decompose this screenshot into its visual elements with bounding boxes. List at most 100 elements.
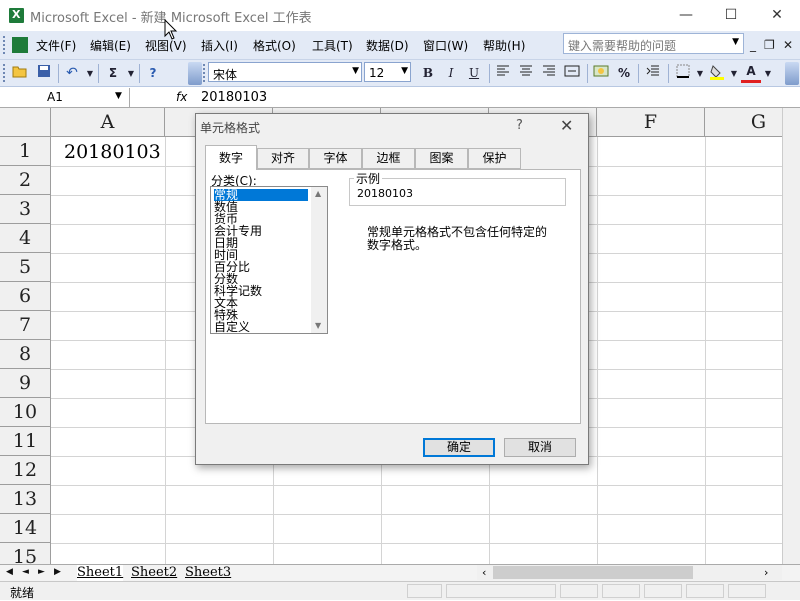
workbook-icon[interactable]	[12, 37, 28, 53]
tab-border[interactable]: 边框	[362, 148, 415, 169]
toolbar-options-icon[interactable]	[785, 62, 799, 85]
column-header[interactable]: F	[597, 108, 705, 137]
formula-input[interactable]: 20180103	[201, 90, 267, 105]
row-header[interactable]: 12	[0, 456, 51, 485]
align-left-icon[interactable]	[493, 64, 513, 83]
toolbar-separator	[489, 64, 490, 83]
row-header[interactable]: 8	[0, 340, 51, 369]
align-center-icon[interactable]	[516, 64, 536, 83]
dialog-title: 单元格格式	[200, 121, 261, 135]
help-search-input[interactable]: 键入需要帮助的问题 ▼	[563, 33, 744, 54]
row-header[interactable]: 13	[0, 485, 51, 514]
undo-icon[interactable]: ↶	[62, 64, 82, 83]
column-header[interactable]: A	[51, 108, 165, 137]
row-header[interactable]: 1	[0, 137, 51, 166]
category-listbox[interactable]: 常规 数值 货币 会计专用 日期 时间 百分比 分数 科学记数 文本 特殊 自定…	[210, 186, 328, 334]
tab-number[interactable]: 数字	[205, 145, 257, 170]
undo-dropdown-icon[interactable]: ▼	[80, 64, 100, 83]
last-sheet-button[interactable]: ▶	[54, 567, 61, 577]
help-icon[interactable]: ?	[143, 64, 163, 83]
scroll-left-icon[interactable]: ‹	[482, 566, 486, 579]
menu-tools[interactable]: 工具(T)	[312, 37, 353, 54]
row-header[interactable]: 14	[0, 514, 51, 543]
scroll-right-icon[interactable]: ›	[764, 566, 768, 579]
merge-center-icon[interactable]	[562, 64, 582, 83]
row-header[interactable]: 11	[0, 427, 51, 456]
insert-function-icon[interactable]: fx	[176, 90, 187, 104]
ok-button[interactable]: 确定	[423, 438, 495, 457]
toolbar-grip-icon[interactable]	[3, 64, 7, 82]
row-header[interactable]: 3	[0, 195, 51, 224]
chevron-down-icon[interactable]: ▼	[115, 91, 122, 101]
menu-format[interactable]: 格式(O)	[253, 37, 296, 54]
indent-icon[interactable]	[643, 64, 663, 83]
chevron-down-icon[interactable]: ▼	[352, 66, 359, 76]
percent-icon[interactable]: %	[614, 64, 634, 83]
maximize-button[interactable]: ☐	[708, 1, 754, 30]
dialog-close-button[interactable]: ✕	[560, 116, 573, 135]
open-icon[interactable]	[10, 64, 30, 83]
tab-font[interactable]: 字体	[309, 148, 362, 169]
grid-line	[51, 543, 790, 544]
first-sheet-button[interactable]: ◀	[6, 567, 13, 577]
category-item[interactable]: 自定义	[214, 321, 250, 333]
doc-minimize-button[interactable]: _	[750, 38, 756, 52]
doc-restore-button[interactable]: ❐	[764, 38, 775, 52]
chevron-up-icon[interactable]: ▲	[315, 189, 321, 198]
minimize-button[interactable]: —	[663, 1, 709, 30]
menu-window[interactable]: 窗口(W)	[423, 37, 468, 54]
row-header[interactable]: 9	[0, 369, 51, 398]
cell-a1[interactable]: 20180103	[52, 138, 164, 166]
underline-icon[interactable]: U	[464, 64, 484, 83]
currency-icon[interactable]	[591, 64, 611, 83]
font-color-dropdown-icon[interactable]: ▼	[758, 64, 778, 83]
bold-icon[interactable]: B	[418, 64, 438, 83]
grid-line	[51, 514, 790, 515]
italic-icon[interactable]: I	[441, 64, 461, 83]
row-header[interactable]: 2	[0, 166, 51, 195]
menu-file[interactable]: 文件(F)	[36, 37, 76, 54]
row-header[interactable]: 10	[0, 398, 51, 427]
select-all-corner[interactable]	[0, 108, 51, 137]
menu-grip-icon[interactable]	[3, 36, 7, 54]
chevron-down-icon[interactable]: ▼	[732, 37, 739, 47]
doc-close-button[interactable]: ✕	[783, 38, 793, 52]
tab-patterns[interactable]: 图案	[415, 148, 468, 169]
number-tab-panel: 分类(C): 常规 数值 货币 会计专用 日期 时间 百分比 分数 科学记数 文…	[205, 169, 581, 424]
dialog-help-button[interactable]: ?	[516, 118, 523, 133]
sheet-tab[interactable]: Sheet2	[131, 565, 177, 581]
align-right-icon[interactable]	[539, 64, 559, 83]
row-header[interactable]: 7	[0, 311, 51, 340]
row-header[interactable]: 6	[0, 282, 51, 311]
font-name-select[interactable]: 宋体 ▼	[208, 62, 362, 82]
font-size-select[interactable]: 12 ▼	[364, 62, 411, 82]
toolbar-options-icon[interactable]	[188, 62, 202, 85]
cancel-button[interactable]: 取消	[504, 438, 576, 457]
autosum-dropdown-icon[interactable]: ▼	[121, 64, 141, 83]
prev-sheet-button[interactable]: ◄	[22, 567, 29, 577]
chevron-down-icon[interactable]: ▼	[401, 66, 408, 76]
toolbar-grip-icon[interactable]	[203, 64, 207, 82]
row-header[interactable]: 5	[0, 253, 51, 282]
sheet-tab-active[interactable]: Sheet1	[77, 565, 124, 581]
tab-protection[interactable]: 保护	[468, 148, 521, 169]
menu-insert[interactable]: 插入(I)	[201, 37, 238, 54]
row-header[interactable]: 4	[0, 224, 51, 253]
close-button[interactable]: ✕	[754, 1, 800, 30]
save-icon[interactable]	[34, 64, 54, 83]
vertical-scrollbar[interactable]	[782, 108, 800, 564]
horizontal-scroll-thumb[interactable]	[493, 566, 693, 579]
name-box[interactable]: A1 ▼	[0, 88, 130, 107]
chevron-down-icon[interactable]: ▼	[315, 321, 321, 330]
sheet-tab[interactable]: Sheet3	[185, 565, 231, 581]
column-header[interactable]: G	[705, 108, 790, 137]
row-header[interactable]: 15	[0, 543, 51, 564]
status-panel	[602, 584, 640, 598]
category-scrollbar[interactable]: ▲ ▼	[311, 187, 327, 333]
next-sheet-button[interactable]: ►	[38, 567, 45, 577]
menu-data[interactable]: 数据(D)	[366, 37, 409, 54]
menu-edit[interactable]: 编辑(E)	[90, 37, 131, 54]
tab-alignment[interactable]: 对齐	[257, 148, 309, 169]
autosum-icon[interactable]: Σ	[103, 64, 123, 83]
menu-help[interactable]: 帮助(H)	[483, 37, 525, 54]
